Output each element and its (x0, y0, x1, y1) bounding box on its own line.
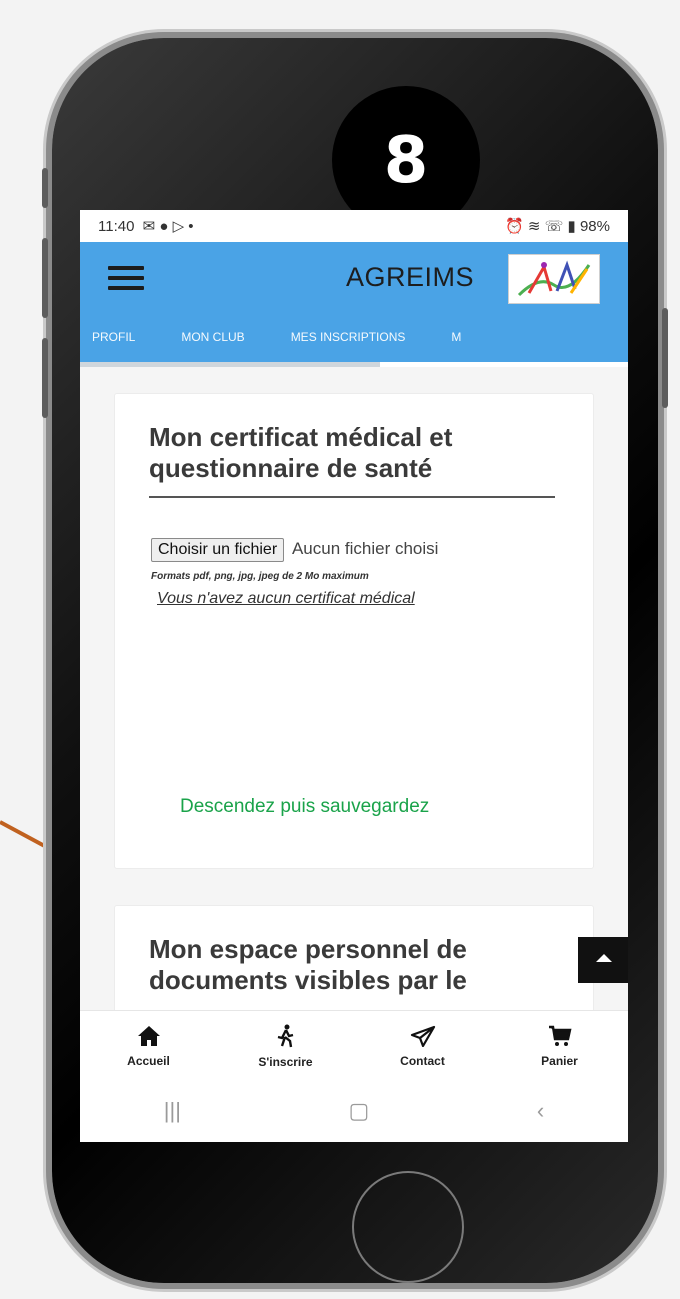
nav-contact-label: Contact (400, 1053, 445, 1068)
status-left-icons: ✉ ● ▷ • (142, 218, 194, 235)
tab-mon-club[interactable]: MON CLUB (181, 330, 244, 344)
recent-apps-icon[interactable]: ||| (164, 1098, 181, 1124)
documents-card-title: Mon espace personnel de documents visibl… (149, 934, 467, 995)
no-file-label: Aucun fichier choisi (291, 539, 439, 558)
home-button[interactable] (352, 1171, 464, 1283)
tab-bar: PROFIL MON CLUB MES INSCRIPTIONS M (80, 312, 628, 362)
choose-file-button[interactable]: Choisir un fichier (151, 538, 285, 562)
nav-accueil[interactable]: Accueil (99, 1025, 199, 1068)
nav-sinscrire[interactable]: S'inscrire (236, 1024, 336, 1069)
status-bar: 11:40 ✉ ● ▷ • ⏰ ≋ ☏ ▮ 98% (80, 210, 628, 242)
scroll-to-top-button[interactable] (578, 937, 628, 983)
app-title: AGREIMS (346, 262, 475, 292)
no-certificate-link[interactable]: Vous n'avez aucun certificat médical (157, 590, 415, 608)
home-icon (99, 1025, 199, 1052)
phone-screen: 11:40 ✉ ● ▷ • ⏰ ≋ ☏ ▮ 98% AGREIMS PROFIL… (80, 210, 628, 1142)
walker-icon (236, 1024, 336, 1053)
send-icon (373, 1025, 473, 1052)
file-upload: Choisir un fichier Aucun fichier choisi (151, 538, 438, 562)
content-area: Mon certificat médical et questionnaire … (80, 367, 628, 1047)
tab-more[interactable]: M (451, 330, 461, 344)
status-right-icons: ⏰ ≋ ☏ ▮ (505, 218, 576, 235)
scroll-save-note: Descendez puis sauvegardez (180, 796, 430, 817)
bottom-nav: Accueil S'inscrire Contact Panier (80, 1010, 628, 1081)
menu-icon[interactable] (108, 266, 144, 290)
nav-panier-label: Panier (541, 1053, 578, 1068)
tab-mes-inscriptions[interactable]: MES INSCRIPTIONS (291, 330, 406, 344)
nav-panier[interactable]: Panier (510, 1025, 610, 1068)
certificate-card-title: Mon certificat médical et questionnaire … (149, 422, 555, 498)
system-nav-bar: ||| ▢ ‹ (80, 1080, 628, 1142)
back-icon[interactable]: ‹ (537, 1098, 544, 1124)
cart-icon (510, 1025, 610, 1052)
agreims-logo (508, 254, 600, 304)
formats-hint: Formats pdf, png, jpg, jpeg de 2 Mo maxi… (151, 571, 369, 582)
nav-sinscrire-label: S'inscrire (258, 1054, 313, 1069)
tab-profil[interactable]: PROFIL (92, 330, 135, 344)
nav-contact[interactable]: Contact (373, 1025, 473, 1068)
home-nav-icon[interactable]: ▢ (349, 1098, 370, 1124)
status-time: 11:40 (98, 218, 135, 235)
nav-accueil-label: Accueil (127, 1053, 170, 1068)
battery-level: 98% (579, 218, 610, 235)
app-bar: AGREIMS (80, 242, 628, 312)
